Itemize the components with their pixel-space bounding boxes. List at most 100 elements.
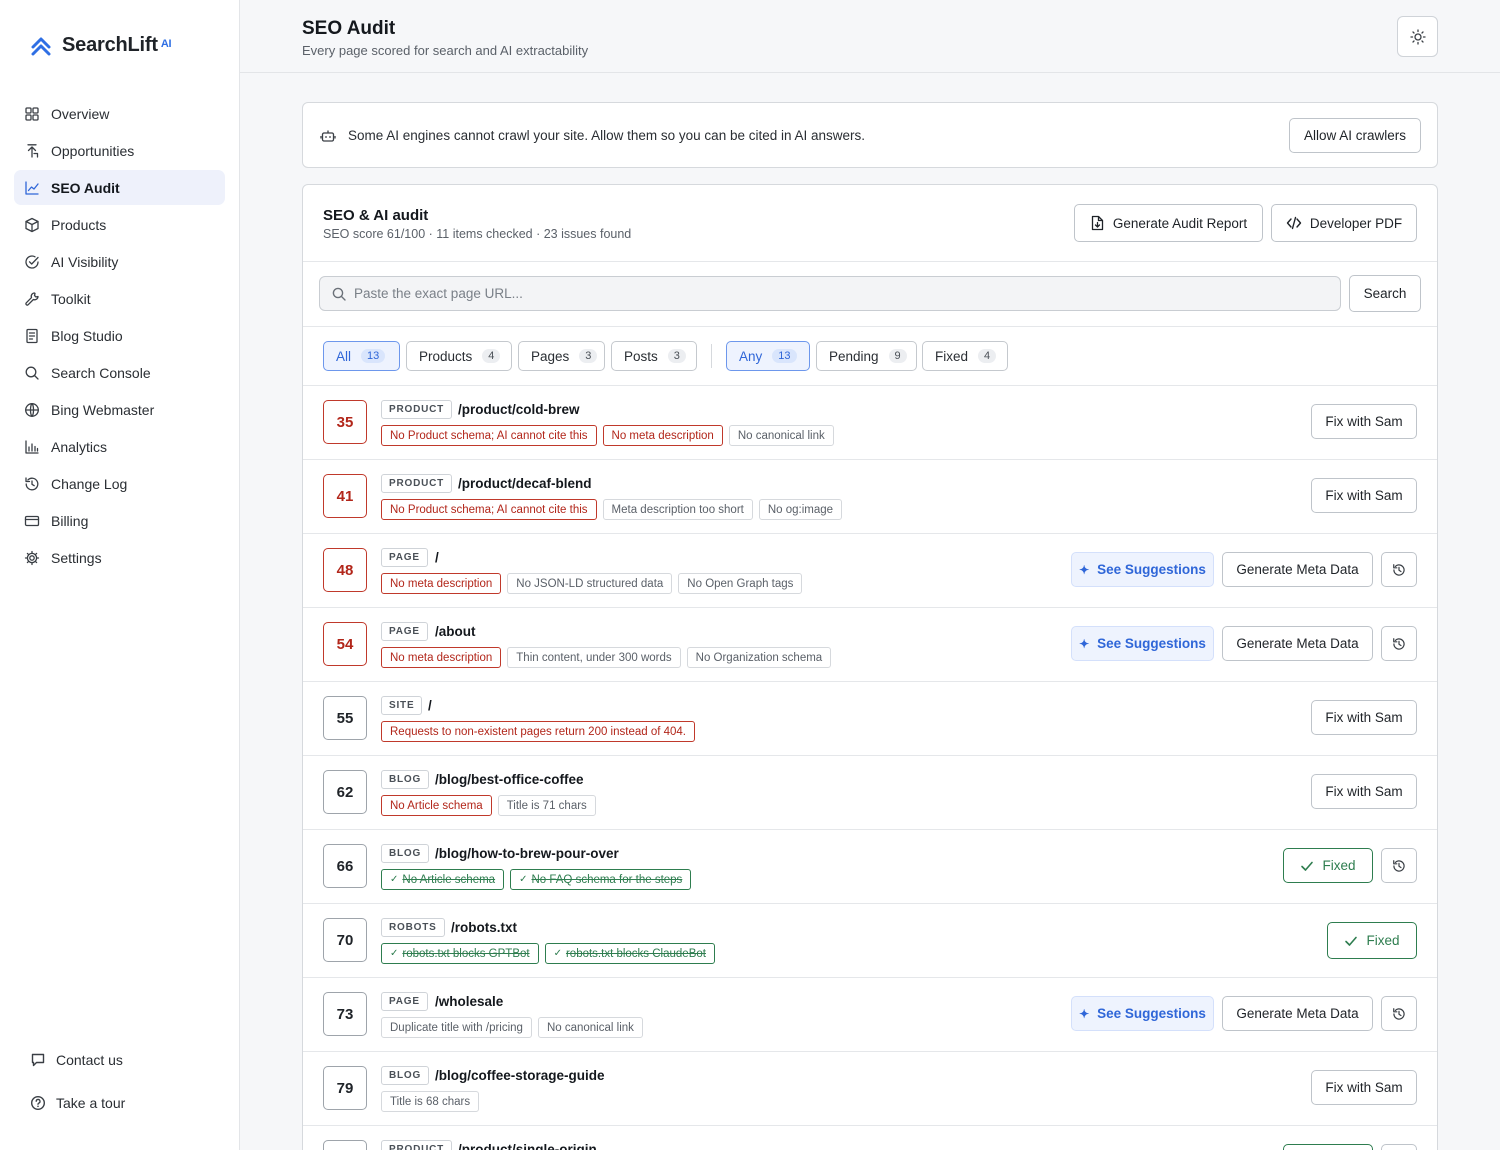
sidebar-item-billing[interactable]: Billing [14, 503, 225, 538]
logo[interactable]: SearchLift AI [30, 34, 172, 57]
page-path[interactable]: /robots.txt [451, 918, 517, 937]
allow-ai-crawlers-button[interactable]: Allow AI crawlers [1289, 118, 1421, 153]
sidebar-item-blog-studio[interactable]: Blog Studio [14, 318, 225, 353]
issue-tags: Duplicate title with /pricing No canonica… [381, 1017, 643, 1038]
generate-meta-data-button[interactable]: Generate Meta Data [1222, 626, 1373, 661]
filter-chip-fixed[interactable]: Fixed 4 [922, 341, 1008, 371]
audit-row: 70 ROBOTS/robots.txt ✓ robots.txt blocks GP… [303, 903, 1437, 977]
page-path[interactable]: /about [435, 622, 476, 641]
generate-audit-report-button[interactable]: Generate Audit Report [1074, 204, 1263, 242]
page-path[interactable]: / [435, 548, 439, 567]
filter-separator [711, 344, 712, 368]
sidebar-item-settings[interactable]: Settings [14, 540, 225, 575]
page-path[interactable]: /product/cold-brew [458, 400, 580, 419]
filter-chip-pages[interactable]: Pages 3 [518, 341, 605, 371]
sidebar-item-toolkit[interactable]: Toolkit [14, 281, 225, 316]
page-type-badge: PRODUCT [381, 1140, 453, 1150]
filter-chip-any[interactable]: Any 13 [726, 341, 810, 371]
page-path[interactable]: /blog/how-to-brew-pour-over [435, 844, 619, 863]
sun-icon [1409, 28, 1426, 45]
contact-us-link[interactable]: Contact us [30, 1052, 230, 1068]
sidebar-item-label: Opportunities [51, 142, 135, 159]
grid-icon [25, 106, 39, 121]
issue-tags: ✓ No Article schema ✓ No FAQ schema for the… [381, 869, 692, 890]
issue-tags: Requests to non-existent pages return 20… [381, 721, 696, 742]
page-score: 55 [323, 696, 367, 740]
audit-row: 79 BLOG/blog/coffee-storage-guide Title is… [303, 1051, 1437, 1125]
filter-chip-products[interactable]: Products 4 [406, 341, 512, 371]
sidebar-item-ai-visibility[interactable]: AI Visibility [14, 244, 225, 279]
page-url-search-input[interactable]: Paste the exact page URL... [319, 276, 1341, 311]
page-path[interactable]: /product/decaf-blend [458, 474, 592, 493]
page-type-badge: PRODUCT [381, 400, 453, 419]
take-a-tour-link[interactable]: Take a tour [30, 1095, 230, 1111]
fixed-status-button[interactable]: Fixed [1283, 848, 1373, 883]
fix-with-sam-button[interactable]: Fix with Sam [1311, 774, 1417, 809]
fix-with-sam-button[interactable]: Fix with Sam [1311, 478, 1417, 513]
see-suggestions-button[interactable]: ✦ See Suggestions [1071, 552, 1214, 587]
filter-chip-count: 13 [772, 349, 797, 363]
search-icon [25, 366, 39, 380]
fix-with-sam-button[interactable]: Fix with Sam [1311, 700, 1417, 735]
opportunity-icon [27, 143, 39, 158]
history-button[interactable] [1381, 848, 1417, 883]
sidebar-item-opportunities[interactable]: Opportunities [14, 133, 225, 168]
issue-tag: No JSON-LD structured data [507, 573, 673, 594]
page-path[interactable]: / [428, 696, 432, 715]
filter-chip-pending[interactable]: Pending 9 [816, 341, 917, 371]
fixed-status-button[interactable]: Fixed [1327, 922, 1417, 959]
search-button[interactable]: Search [1349, 275, 1421, 312]
history-button[interactable] [1381, 552, 1417, 587]
sidebar-item-overview[interactable]: Overview [14, 96, 225, 131]
filter-chip-label: Posts [624, 348, 658, 364]
see-suggestions-label: See Suggestions [1097, 562, 1206, 577]
history-button[interactable] [1381, 996, 1417, 1031]
fix-with-sam-button[interactable]: Fix with Sam [1311, 1070, 1417, 1105]
divider [303, 326, 1437, 327]
sidebar-item-search-console[interactable]: Search Console [14, 355, 225, 390]
generate-meta-data-button[interactable]: Generate Meta Data [1222, 552, 1373, 587]
issue-tag-text: No FAQ schema for the steps [531, 873, 683, 886]
fixed-label: Fixed [1322, 858, 1356, 873]
sidebar-item-products[interactable]: Products [14, 207, 225, 242]
filter-chip-posts[interactable]: Posts 3 [611, 341, 697, 371]
check-icon: ✓ [390, 874, 399, 885]
sidebar-item-label: Billing [51, 512, 89, 529]
sidebar-item-label: Overview [51, 105, 110, 122]
page-path[interactable]: /blog/best-office-coffee [435, 770, 584, 789]
audit-row: 66 BLOG/blog/how-to-brew-pour-over ✓ No Art… [303, 829, 1437, 903]
sidebar-item-analytics[interactable]: Analytics [14, 429, 225, 464]
page-path[interactable]: /wholesale [435, 992, 503, 1011]
search-placeholder: Paste the exact page URL... [354, 286, 523, 301]
fixed-status-button[interactable]: Fixed [1283, 1144, 1373, 1150]
brand-name-a: Search [62, 34, 128, 56]
sidebar-item-bing-webmaster[interactable]: Bing Webmaster [14, 392, 225, 427]
page-path[interactable]: /product/single-origin [458, 1140, 597, 1150]
filter-chip-label: Fixed [935, 348, 969, 364]
history-icon [1393, 1007, 1405, 1020]
check-icon [1345, 936, 1358, 946]
history-button[interactable] [1381, 1144, 1417, 1150]
page-type-badge: PRODUCT [381, 474, 453, 493]
page-title: SEO Audit [302, 18, 396, 39]
generate-audit-report-label: Generate Audit Report [1112, 215, 1248, 231]
see-suggestions-button[interactable]: ✦ See Suggestions [1071, 626, 1214, 661]
history-button[interactable] [1381, 626, 1417, 661]
target-check-icon [25, 254, 39, 269]
sidebar-item-seo-audit[interactable]: SEO Audit [14, 170, 225, 205]
filter-chip-all[interactable]: All 13 [323, 341, 400, 371]
fix-with-sam-button[interactable]: Fix with Sam [1311, 404, 1417, 439]
see-suggestions-button[interactable]: ✦ See Suggestions [1071, 996, 1214, 1031]
audit-summary: SEO score 61/100 · 11 items checked · 23… [323, 227, 632, 241]
generate-meta-data-button[interactable]: Generate Meta Data [1222, 996, 1373, 1031]
history-icon [1393, 637, 1405, 650]
page-type-badge: PAGE [381, 548, 428, 567]
sidebar-item-change-log[interactable]: Change Log [14, 466, 225, 501]
developer-pdf-button[interactable]: Developer PDF [1271, 204, 1417, 242]
page-score: 79 [323, 1066, 367, 1110]
sidebar-item-label: Toolkit [51, 290, 91, 307]
issue-tag: No Product schema; AI cannot cite this [381, 499, 597, 520]
theme-toggle-button[interactable] [1397, 16, 1438, 57]
audit-row: 62 BLOG/blog/best-office-coffee No Article… [303, 755, 1437, 829]
page-path[interactable]: /blog/coffee-storage-guide [435, 1066, 605, 1085]
